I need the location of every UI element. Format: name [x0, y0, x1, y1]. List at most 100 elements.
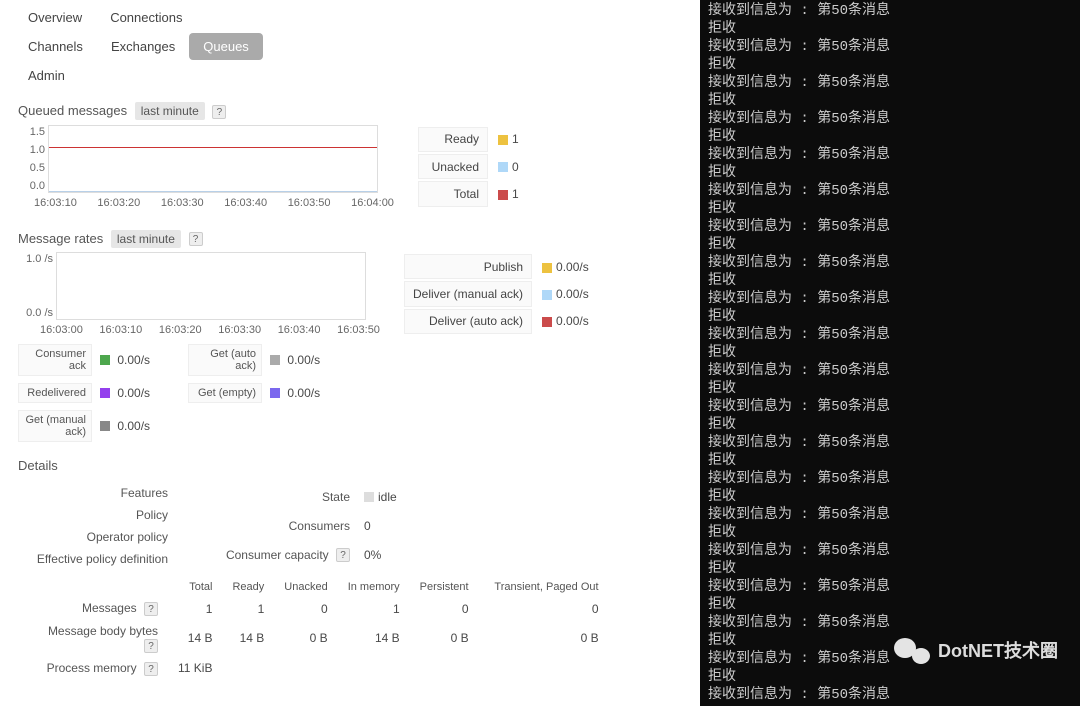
console-line: 接收到信息为 : 第50条消息 — [708, 398, 1072, 416]
swatch-redelivered — [100, 388, 110, 398]
table-row: Process memory ?11 KiB — [18, 657, 609, 680]
legend-deliver-manual: Deliver (manual ack) — [404, 281, 532, 306]
console-line: 拒收 — [708, 272, 1072, 290]
queued-section: Queued messages last minute ? — [18, 103, 700, 119]
console-line: 接收到信息为 : 第50条消息 — [708, 578, 1072, 596]
queued-total-line — [49, 147, 377, 148]
swatch-deliver-manual — [542, 290, 552, 300]
console-line: 接收到信息为 : 第50条消息 — [708, 146, 1072, 164]
help-icon[interactable]: ? — [336, 548, 350, 562]
console-line: 接收到信息为 : 第50条消息 — [708, 506, 1072, 524]
help-icon[interactable]: ? — [144, 639, 158, 653]
details-left: Features Policy Operator policy Effectiv… — [18, 481, 190, 571]
help-icon[interactable]: ? — [212, 105, 226, 119]
rates-x-axis: 16:03:0016:03:1016:03:2016:03:3016:03:40… — [40, 324, 380, 336]
rates-chart: 1.0 /s 0.0 /s — [56, 252, 366, 320]
table-row: Messages ?110100 — [18, 597, 609, 620]
primary-tabs-row2: Channels Exchanges Queues — [14, 33, 700, 60]
tab-channels[interactable]: Channels — [14, 33, 97, 60]
console-line: 接收到信息为 : 第50条消息 — [708, 470, 1072, 488]
console-line: 拒收 — [708, 92, 1072, 110]
queued-title: Queued messages — [18, 103, 127, 118]
details-title: Details — [18, 458, 700, 473]
queued-x-axis: 16:03:1016:03:2016:03:3016:03:4016:03:50… — [34, 197, 394, 209]
legend-publish: Publish — [404, 254, 532, 279]
console-line: 接收到信息为 : 第50条消息 — [708, 650, 1072, 668]
console-line: 拒收 — [708, 344, 1072, 362]
console-line: 拒收 — [708, 56, 1072, 74]
swatch-publish — [542, 263, 552, 273]
tab-overview[interactable]: Overview — [14, 4, 96, 31]
help-icon[interactable]: ? — [144, 662, 158, 676]
console-line: 拒收 — [708, 560, 1072, 578]
state-icon — [364, 492, 374, 502]
rate-get-auto: Get (auto ack) 0.00/s — [188, 344, 320, 376]
console-line: 接收到信息为 : 第50条消息 — [708, 326, 1072, 344]
console-line: 接收到信息为 : 第50条消息 — [708, 74, 1072, 92]
swatch-total — [498, 190, 508, 200]
tab-connections[interactable]: Connections — [96, 4, 196, 31]
swatch-deliver-auto — [542, 317, 552, 327]
memory-table: TotalReadyUnackedIn memoryPersistentTran… — [18, 577, 609, 679]
console-line: 接收到信息为 : 第50条消息 — [708, 254, 1072, 272]
console-line: 接收到信息为 : 第50条消息 — [708, 686, 1072, 704]
console-line: 接收到信息为 : 第50条消息 — [708, 182, 1072, 200]
legend-ready: Ready — [418, 127, 488, 152]
console-line: 拒收 — [708, 308, 1072, 326]
swatch-get-auto — [270, 355, 280, 365]
console-line: 拒收 — [708, 488, 1072, 506]
console-line: 拒收 — [708, 164, 1072, 182]
rates-y-axis: 1.0 /s 0.0 /s — [17, 253, 53, 319]
swatch-ready — [498, 135, 508, 145]
rate-get-manual: Get (manual ack) 0.00/s — [18, 410, 150, 442]
swatch-get-manual — [100, 421, 110, 431]
primary-tabs-row3: Admin — [14, 62, 700, 89]
table-row: Message body bytes ?14 B14 B0 B14 B0 B0 … — [18, 620, 609, 657]
rate-consumer-ack: Consumer ack 0.00/s — [18, 344, 150, 376]
rates-section: Message rates last minute ? — [18, 231, 700, 247]
rates-interval[interactable]: last minute — [111, 230, 181, 248]
console-line: 拒收 — [708, 200, 1072, 218]
console-line: 拒收 — [708, 236, 1072, 254]
tab-admin[interactable]: Admin — [14, 62, 79, 89]
swatch-get-empty — [270, 388, 280, 398]
console-line: 接收到信息为 : 第50条消息 — [708, 542, 1072, 560]
rates-title: Message rates — [18, 231, 103, 246]
console-line: 拒收 — [708, 20, 1072, 38]
queued-y-axis: 1.5 1.0 0.5 0.0 — [19, 126, 45, 192]
console-line: 拒收 — [708, 668, 1072, 686]
console-line: 拒收 — [708, 380, 1072, 398]
console-line: 接收到信息为 : 第50条消息 — [708, 110, 1072, 128]
console-output: 接收到信息为 : 第50条消息拒收接收到信息为 : 第50条消息拒收接收到信息为… — [700, 0, 1080, 706]
help-icon[interactable]: ? — [144, 602, 158, 616]
console-line: 拒收 — [708, 524, 1072, 542]
rates-legend: Publish0.00/s Deliver (manual ack)0.00/s… — [402, 252, 599, 336]
rate-redelivered: Redelivered 0.00/s — [18, 378, 150, 408]
legend-unacked: Unacked — [418, 154, 488, 179]
queued-chart: 1.5 1.0 0.5 0.0 — [48, 125, 378, 193]
queued-unacked-line — [49, 191, 377, 192]
details-right: Stateidle Consumers0 Consumer capacity ?… — [200, 481, 405, 571]
primary-tabs: Overview Connections — [14, 4, 700, 31]
legend-total: Total — [418, 181, 488, 206]
tab-exchanges[interactable]: Exchanges — [97, 33, 189, 60]
console-line: 接收到信息为 : 第50条消息 — [708, 434, 1072, 452]
console-line: 接收到信息为 : 第50条消息 — [708, 362, 1072, 380]
rates-extra: Consumer ack 0.00/s Redelivered 0.00/s G… — [18, 344, 700, 442]
queued-interval[interactable]: last minute — [135, 102, 205, 120]
console-line: 拒收 — [708, 452, 1072, 470]
console-line: 拒收 — [708, 632, 1072, 650]
console-line: 拒收 — [708, 416, 1072, 434]
tab-queues[interactable]: Queues — [189, 33, 263, 60]
console-line: 接收到信息为 : 第50条消息 — [708, 290, 1072, 308]
help-icon[interactable]: ? — [189, 232, 203, 246]
console-line: 接收到信息为 : 第50条消息 — [708, 218, 1072, 236]
swatch-unacked — [498, 162, 508, 172]
console-line: 拒收 — [708, 596, 1072, 614]
rate-get-empty: Get (empty) 0.00/s — [188, 378, 320, 408]
legend-deliver-auto: Deliver (auto ack) — [404, 309, 532, 334]
console-line: 接收到信息为 : 第50条消息 — [708, 614, 1072, 632]
console-line: 拒收 — [708, 128, 1072, 146]
console-line: 接收到信息为 : 第50条消息 — [708, 38, 1072, 56]
console-line: 接收到信息为 : 第50条消息 — [708, 2, 1072, 20]
